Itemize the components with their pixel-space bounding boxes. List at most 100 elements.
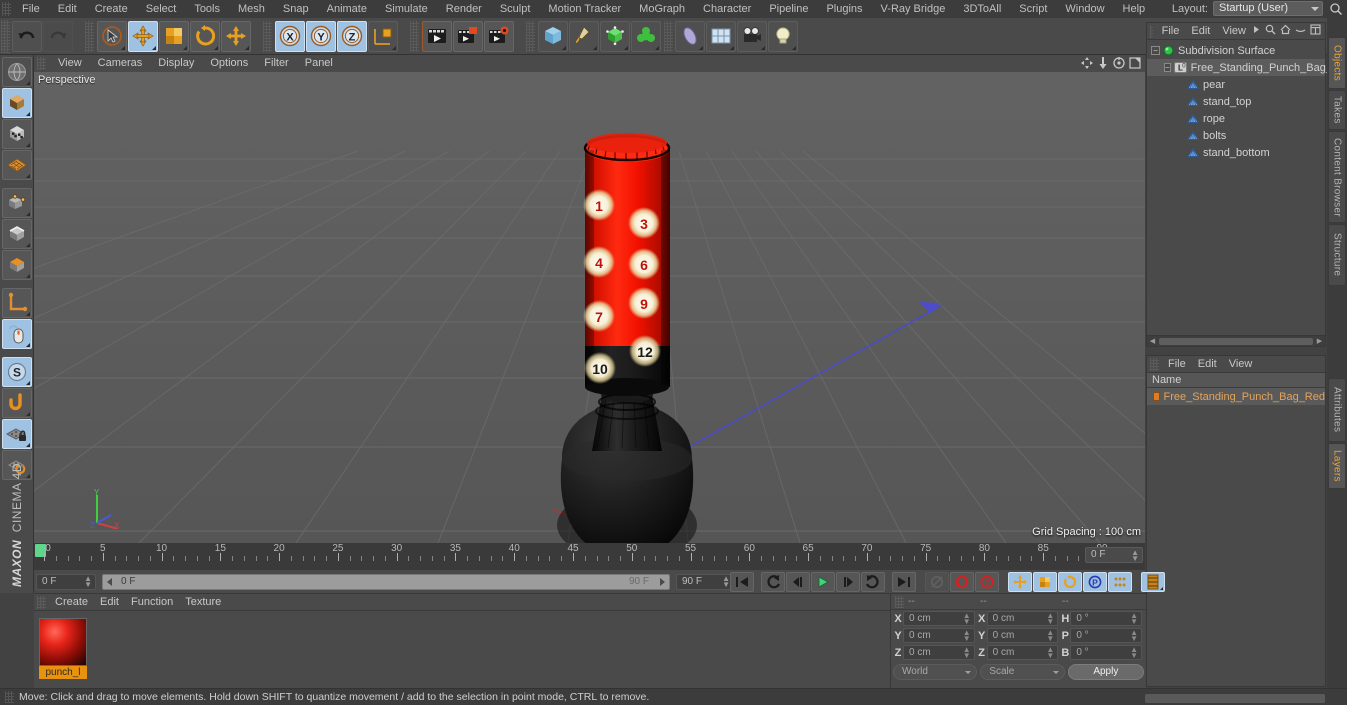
object-tree-row[interactable]: bolts — [1147, 127, 1325, 144]
range-end-marker-icon[interactable] — [660, 578, 665, 586]
add-generator[interactable] — [600, 20, 630, 52]
menu-help[interactable]: Help — [1114, 0, 1155, 18]
play-button[interactable] — [811, 572, 835, 592]
size-x-field[interactable]: 0 cm ▲ ▼ — [986, 611, 1059, 626]
object-tree-row[interactable]: stand_top — [1147, 93, 1325, 110]
minimize-icon[interactable] — [1295, 24, 1306, 38]
layout-dropdown[interactable]: Startup (User) — [1213, 1, 1323, 16]
tab-layers[interactable]: Layers — [1328, 443, 1346, 489]
render-settings-button[interactable] — [484, 20, 514, 52]
menu-motion-tracker[interactable]: Motion Tracker — [539, 0, 630, 18]
stepper-icon[interactable]: ▲ ▼ — [1130, 629, 1138, 643]
menu-3dtoall[interactable]: 3DToAll — [954, 0, 1010, 18]
add-light[interactable] — [768, 20, 798, 52]
record-active-objects-button[interactable] — [925, 572, 949, 592]
stepper-icon[interactable]: ▲ ▼ — [1046, 629, 1054, 643]
object-tree-row[interactable]: pear — [1147, 76, 1325, 93]
viewport-solo-button[interactable] — [1, 319, 32, 349]
object-manager-grip[interactable] — [1150, 24, 1153, 38]
scale-key-button[interactable] — [1033, 572, 1057, 592]
edges-mode-button[interactable] — [1, 219, 32, 249]
layer-rows[interactable]: Free_Standing_Punch_Bag_Red — [1147, 388, 1325, 405]
coord-mode-dropdown[interactable]: Scale — [980, 664, 1065, 680]
scroll-thumb[interactable] — [1159, 337, 1313, 345]
timeline-toggle-button[interactable] — [1141, 572, 1165, 592]
material-manager-menu-texture[interactable]: Texture — [179, 594, 227, 611]
home-icon[interactable] — [1280, 24, 1291, 38]
menu-create[interactable]: Create — [86, 0, 137, 18]
go-to-end-button[interactable] — [892, 572, 916, 592]
toolbar-grip[interactable] — [1, 19, 10, 53]
menu-render[interactable]: Render — [437, 0, 491, 18]
coord-system-dropdown[interactable]: World — [893, 664, 978, 680]
previous-key-button[interactable] — [761, 572, 785, 592]
material-manager-grip[interactable] — [37, 595, 46, 609]
stepper-icon[interactable]: ▲ ▼ — [963, 612, 971, 626]
menu-tools[interactable]: Tools — [185, 0, 229, 18]
material-manager-menu-function[interactable]: Function — [125, 594, 179, 611]
step-forward-button[interactable] — [836, 572, 860, 592]
tab-content-browser[interactable]: Content Browser — [1328, 131, 1346, 223]
status-bar-scroll[interactable] — [1145, 694, 1325, 703]
scale-tool[interactable] — [159, 20, 189, 52]
make-editable-button[interactable] — [1, 57, 32, 87]
keyframe-selection-button[interactable]: ? — [975, 572, 999, 592]
pla-key-button[interactable] — [1108, 572, 1132, 592]
world-object-coords[interactable] — [368, 20, 398, 52]
workplane-mode-button[interactable] — [1, 150, 32, 180]
redo-button[interactable] — [43, 20, 73, 52]
tab-objects[interactable]: Objects — [1328, 37, 1346, 89]
position-x-field[interactable]: 0 cm ▲ ▼ — [903, 611, 975, 626]
live-selection-tool[interactable] — [97, 20, 127, 52]
stepper-icon[interactable]: ▲ ▼ — [1130, 612, 1138, 626]
timeline-end-field[interactable]: 0 F ▲ ▼ — [1085, 547, 1143, 563]
enable-snapping-button[interactable] — [1, 388, 32, 418]
add-cube-primitive[interactable] — [538, 20, 568, 52]
render-view-button[interactable] — [422, 20, 452, 52]
lock-z-axis[interactable]: Z — [337, 20, 367, 52]
autokeying-button[interactable] — [950, 572, 974, 592]
lock-y-axis[interactable]: Y — [306, 20, 336, 52]
orbit-icon[interactable] — [1113, 57, 1125, 72]
size-z-field[interactable]: 0 cm ▲ ▼ — [986, 645, 1059, 660]
axis-modify-tool[interactable] — [221, 20, 251, 52]
points-mode-button[interactable] — [1, 188, 32, 218]
polygons-mode-button[interactable] — [1, 250, 32, 280]
menu-snap[interactable]: Snap — [274, 0, 318, 18]
size-y-field[interactable]: 0 cm ▲ ▼ — [986, 628, 1059, 643]
fit-icon[interactable] — [1310, 24, 1321, 38]
menu-edit[interactable]: Edit — [49, 0, 86, 18]
apply-button[interactable]: Apply — [1067, 664, 1144, 680]
material-swatch[interactable] — [39, 618, 87, 666]
viewport-menu-panel[interactable]: Panel — [297, 55, 341, 72]
param-key-button[interactable]: P — [1083, 572, 1107, 592]
layer-manager-menu-view[interactable]: View — [1223, 356, 1259, 373]
object-tree-row[interactable]: − L 0 Free_Standing_Punch_Bag_Red — [1147, 59, 1347, 76]
viewport-menu-view[interactable]: View — [50, 55, 90, 72]
object-manager-hscroll[interactable]: ◀ ▶ — [1147, 335, 1325, 346]
viewport-menu-options[interactable]: Options — [202, 55, 256, 72]
search-icon[interactable] — [1265, 24, 1276, 38]
pan-icon[interactable] — [1081, 57, 1093, 72]
material-manager-menu-create[interactable]: Create — [49, 594, 94, 611]
current-frame-field[interactable]: 0 F ▲ ▼ — [36, 574, 96, 590]
tree-expander-icon[interactable]: − — [1151, 46, 1160, 55]
add-environment[interactable] — [706, 20, 736, 52]
menu-plugins[interactable]: Plugins — [817, 0, 871, 18]
go-to-start-button[interactable] — [730, 572, 754, 592]
dolly-icon[interactable] — [1097, 57, 1109, 72]
stepper-icon[interactable]: ▲ ▼ — [963, 629, 971, 643]
material-name-label[interactable]: punch_l — [39, 666, 87, 679]
range-start-marker-icon[interactable] — [107, 578, 112, 586]
tree-expander-icon[interactable]: − — [1164, 63, 1171, 72]
stepper-icon[interactable]: ▲ ▼ — [1130, 646, 1138, 660]
viewport-perspective[interactable]: 1 3 4 6 7 9 10 12 View Cameras Display Opti… — [34, 55, 1145, 543]
maximize-icon[interactable] — [1129, 57, 1141, 72]
add-camera[interactable] — [737, 20, 767, 52]
menu-mesh[interactable]: Mesh — [229, 0, 274, 18]
undo-button[interactable] — [12, 20, 42, 52]
texture-mode-button[interactable] — [1, 119, 32, 149]
viewport-menu-cameras[interactable]: Cameras — [90, 55, 151, 72]
rotation-key-button[interactable] — [1058, 572, 1082, 592]
step-back-button[interactable] — [786, 572, 810, 592]
